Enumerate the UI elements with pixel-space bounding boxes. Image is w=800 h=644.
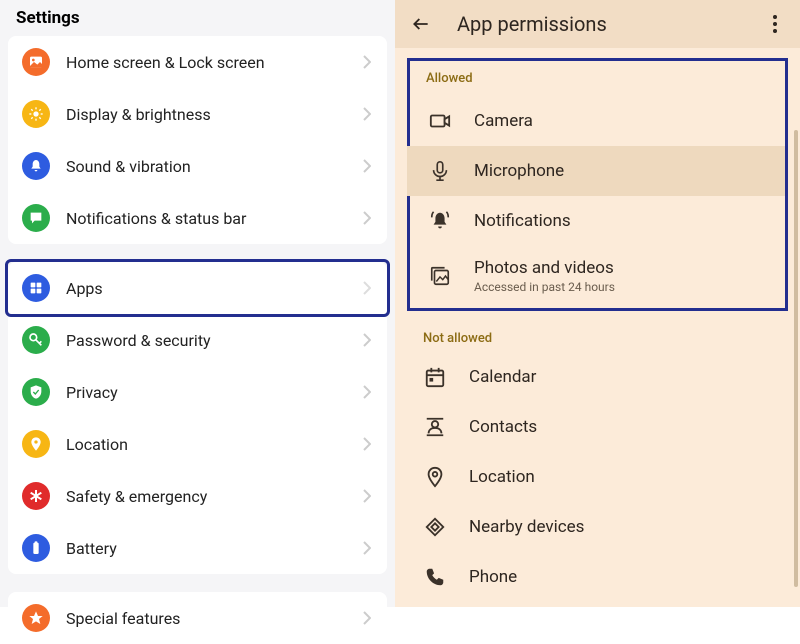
perm-label: Nearby devices <box>469 517 584 537</box>
row-sound[interactable]: Sound & vibration <box>8 140 387 192</box>
row-special[interactable]: Special features <box>8 592 387 644</box>
not-allowed-heading: Not allowed <box>395 325 800 352</box>
row-label: Battery <box>66 539 345 558</box>
camera-icon <box>428 109 452 133</box>
allowed-heading: Allowed <box>422 71 785 96</box>
chevron-right-icon <box>361 611 373 625</box>
chevron-right-icon <box>361 55 373 69</box>
settings-group-3: Special features <box>8 592 387 644</box>
perm-phone[interactable]: Phone <box>395 552 800 602</box>
row-display[interactable]: Display & brightness <box>8 88 387 140</box>
chevron-right-icon <box>361 107 373 121</box>
perm-notifications[interactable]: Notifications <box>422 196 785 246</box>
shield-icon <box>28 384 44 400</box>
perm-label: Location <box>469 467 535 487</box>
location-pin-icon <box>28 436 44 452</box>
perm-calendar[interactable]: Calendar <box>395 352 800 402</box>
contacts-icon <box>423 415 447 439</box>
nearby-icon <box>423 515 447 539</box>
perm-label: Photos and videos <box>474 258 615 278</box>
bell-ring-icon <box>428 209 452 233</box>
row-location[interactable]: Location <box>8 418 387 470</box>
row-battery[interactable]: Battery <box>8 522 387 574</box>
app-permissions-panel: App permissions Allowed Camera Microphon… <box>395 0 800 607</box>
row-password[interactable]: Password & security <box>8 314 387 366</box>
row-label: Special features <box>66 609 345 628</box>
row-privacy[interactable]: Privacy <box>8 366 387 418</box>
row-label: Privacy <box>66 383 345 402</box>
perm-contacts[interactable]: Contacts <box>395 402 800 452</box>
chevron-right-icon <box>361 159 373 173</box>
microphone-icon <box>428 159 452 183</box>
perm-location[interactable]: Location <box>395 452 800 502</box>
row-label: Location <box>66 435 345 454</box>
row-apps[interactable]: Apps <box>5 259 390 317</box>
chevron-right-icon <box>361 489 373 503</box>
row-label: Password & security <box>66 331 345 350</box>
header-title: App permissions <box>457 12 742 36</box>
perm-camera[interactable]: Camera <box>422 96 785 146</box>
permissions-body: Allowed Camera Microphone Notifications <box>395 48 800 607</box>
settings-group-1: Home screen & Lock screen Display & brig… <box>8 36 387 244</box>
chevron-right-icon <box>361 211 373 225</box>
bell-icon <box>28 158 44 174</box>
allowed-section-highlight: Allowed Camera Microphone Notifications <box>407 58 788 311</box>
perm-label: Calendar <box>469 367 536 387</box>
star-icon <box>28 610 44 626</box>
back-arrow-icon[interactable] <box>411 14 433 34</box>
chevron-right-icon <box>361 281 373 295</box>
phone-icon <box>423 565 447 589</box>
settings-title: Settings <box>0 0 395 36</box>
settings-group-2: Apps Password & security Privacy <box>8 262 387 574</box>
chevron-right-icon <box>361 437 373 451</box>
row-label: Apps <box>66 279 345 298</box>
chevron-right-icon <box>361 541 373 555</box>
more-vertical-icon[interactable] <box>766 15 784 33</box>
perm-label: Phone <box>469 567 517 587</box>
chevron-right-icon <box>361 385 373 399</box>
apps-grid-icon <box>28 280 44 296</box>
perm-sublabel: Accessed in past 24 hours <box>474 280 615 294</box>
chat-settings-icon <box>28 210 44 226</box>
perm-microphone[interactable]: Microphone <box>407 146 785 196</box>
settings-panel: Settings Home screen & Lock screen Displ… <box>0 0 395 607</box>
row-label: Safety & emergency <box>66 487 345 506</box>
battery-icon <box>28 540 44 556</box>
row-label: Notifications & status bar <box>66 209 345 228</box>
location-outline-icon <box>423 465 447 489</box>
asterisk-icon <box>28 488 44 504</box>
perm-nearby[interactable]: Nearby devices <box>395 502 800 552</box>
home-image-icon <box>28 54 44 70</box>
app-permissions-header: App permissions <box>395 0 800 48</box>
perm-label: Contacts <box>469 417 537 437</box>
brightness-icon <box>28 106 44 122</box>
chevron-right-icon <box>361 333 373 347</box>
perm-photos[interactable]: Photos and videos Accessed in past 24 ho… <box>422 246 785 306</box>
photos-icon <box>428 264 452 288</box>
row-notifications[interactable]: Notifications & status bar <box>8 192 387 244</box>
row-label: Display & brightness <box>66 105 345 124</box>
row-safety[interactable]: Safety & emergency <box>8 470 387 522</box>
calendar-icon <box>423 365 447 389</box>
perm-label: Camera <box>474 111 533 131</box>
perm-label: Microphone <box>474 161 564 181</box>
scrollbar-track[interactable] <box>794 130 798 587</box>
perm-label: Notifications <box>474 211 571 231</box>
row-label: Sound & vibration <box>66 157 345 176</box>
key-icon <box>28 332 44 348</box>
row-label: Home screen & Lock screen <box>66 53 345 72</box>
row-home[interactable]: Home screen & Lock screen <box>8 36 387 88</box>
